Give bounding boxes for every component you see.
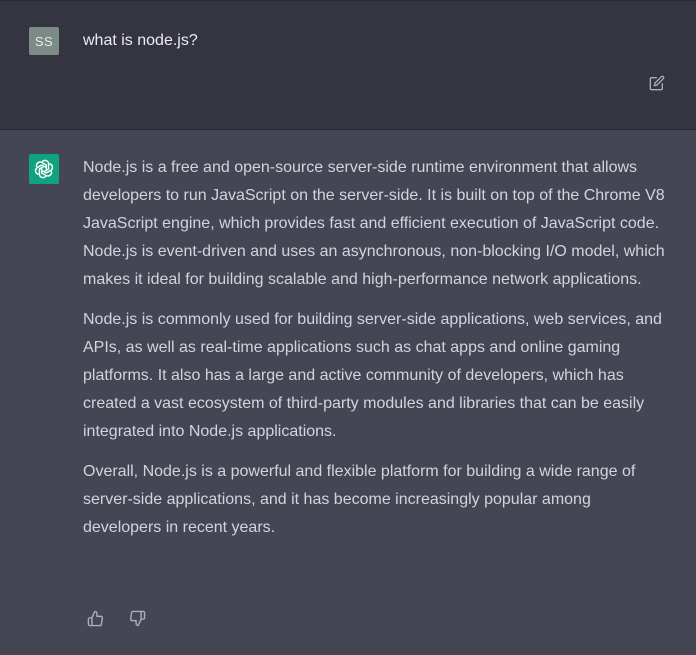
- openai-logo-icon: [34, 159, 54, 179]
- assistant-paragraph: Node.js is commonly used for building se…: [83, 311, 662, 440]
- assistant-paragraph: Node.js is a free and open-source server…: [83, 159, 665, 288]
- thumbs-down-button[interactable]: [126, 607, 148, 629]
- user-message-text: what is node.js?: [83, 32, 198, 49]
- edit-icon: [649, 75, 665, 91]
- user-avatar: SS: [29, 27, 59, 55]
- assistant-message-text: Node.js is a free and open-source server…: [83, 154, 673, 554]
- thumbs-down-icon: [129, 610, 145, 626]
- thumbs-up-icon: [87, 610, 103, 626]
- feedback-buttons: [84, 607, 148, 629]
- assistant-avatar: [29, 154, 59, 184]
- edit-message-button[interactable]: [646, 72, 668, 94]
- assistant-message-row: Node.js is a free and open-source server…: [0, 130, 696, 655]
- assistant-paragraph: Overall, Node.js is a powerful and flexi…: [83, 463, 636, 536]
- user-message-row: SS what is node.js?: [0, 0, 696, 130]
- thumbs-up-button[interactable]: [84, 607, 106, 629]
